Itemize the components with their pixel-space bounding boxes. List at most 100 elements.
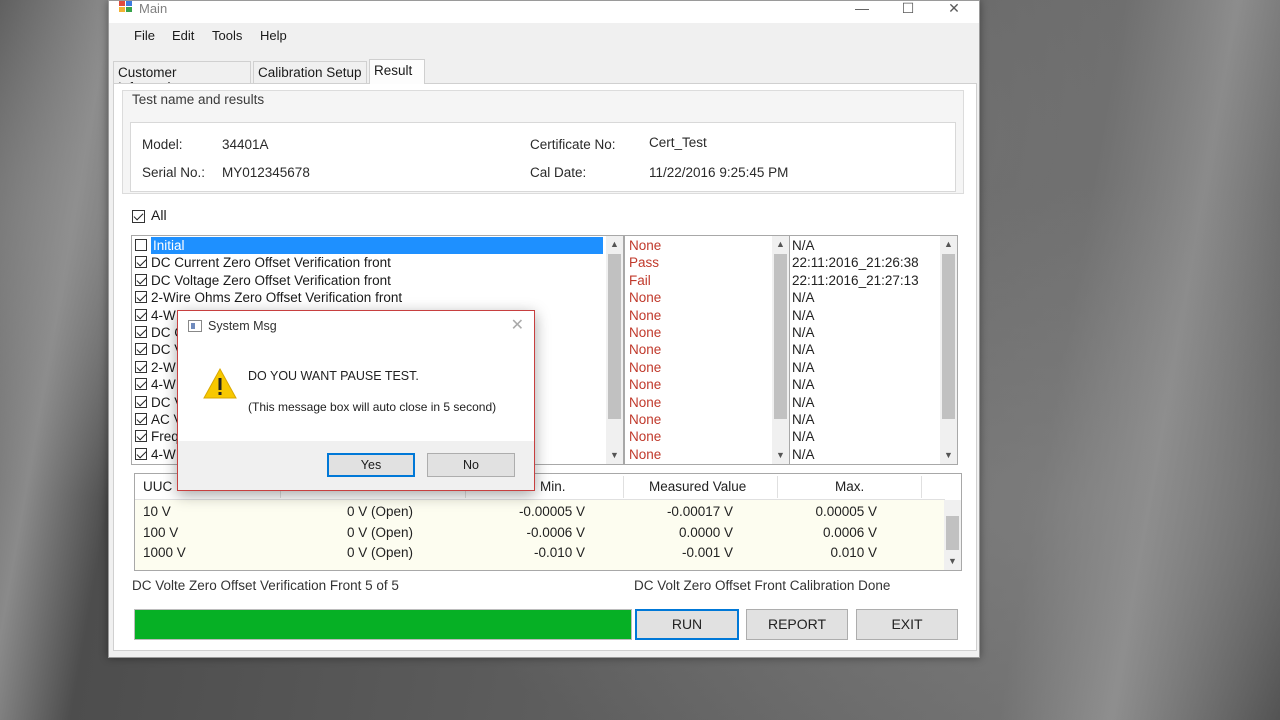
grid-cell-measured: 0.0000 V [678, 524, 733, 540]
grid-cell-max: 0.0006 V [822, 524, 877, 540]
report-button[interactable]: REPORT [746, 609, 848, 640]
system-msg-dialog: System Msg ✕ DO YOU WANT PAUSE TEST. (Th… [177, 310, 535, 491]
test-list-item[interactable]: 2-Wire Ohms Zero Offset Verification fro… [132, 289, 623, 306]
test-checkbox[interactable] [135, 395, 147, 408]
certificate-value: Cert_Test [649, 135, 707, 150]
test-name: 4-W [151, 377, 176, 393]
menu-edit[interactable]: Edit [172, 28, 194, 43]
progress-bar [134, 609, 632, 640]
result-list-item[interactable]: Fail [625, 272, 789, 289]
grid-row[interactable]: 1000 V 0 V (Open) -0.010 V -0.001 V 0.010 V [135, 543, 945, 563]
result-list-item[interactable]: None [625, 411, 789, 428]
close-button[interactable]: ✕ [931, 1, 977, 15]
test-checkbox[interactable] [135, 291, 147, 304]
test-name: Freq [151, 429, 179, 445]
grid-scroll-thumb[interactable] [946, 516, 959, 550]
device-info-box: Model: 34401A Serial No.: MY012345678 Ce… [130, 122, 956, 192]
result-list-scrollbar[interactable]: ▲ ▼ [772, 236, 789, 464]
menu-file[interactable]: File [134, 28, 155, 43]
certificate-label: Certificate No: [530, 137, 616, 152]
timestamp-list-item[interactable]: N/A [790, 237, 957, 254]
test-checkbox[interactable] [135, 239, 147, 251]
grid-row[interactable]: 100 V 0 V (Open) -0.0006 V 0.0000 V 0.0006 V [135, 523, 945, 543]
timestamp-list-item[interactable]: N/A [790, 341, 957, 358]
tab-calibration-setup[interactable]: Calibration Setup [253, 61, 367, 83]
test-list-item[interactable]: Initial [132, 237, 623, 255]
all-checkbox[interactable] [132, 209, 145, 223]
timestamp-list-item[interactable]: N/A [790, 446, 957, 463]
result-list-item[interactable]: None [625, 289, 789, 306]
test-list-scrollbar[interactable]: ▲ ▼ [606, 236, 623, 464]
test-name: DC Current Zero Offset Verification fron… [151, 255, 391, 271]
test-checkbox[interactable] [135, 273, 147, 286]
result-list-item[interactable]: None [625, 376, 789, 393]
result-list-item[interactable]: None [625, 307, 789, 324]
scroll-up-icon[interactable]: ▲ [940, 236, 957, 253]
menu-tools[interactable]: Tools [212, 28, 242, 43]
cal-date-label: Cal Date: [530, 165, 587, 180]
tab-result[interactable]: Result [369, 59, 425, 84]
scroll-thumb[interactable] [608, 254, 621, 419]
title-bar[interactable]: Main — ☐ ✕ [109, 1, 979, 23]
scroll-down-icon[interactable]: ▼ [772, 447, 789, 464]
test-checkbox[interactable] [135, 325, 147, 338]
result-list-item[interactable]: None [625, 324, 789, 341]
result-list-item[interactable]: None [625, 428, 789, 445]
scroll-down-icon[interactable]: ▼ [940, 447, 957, 464]
all-checkbox-row[interactable]: All [132, 207, 167, 223]
timestamp-list-item[interactable]: N/A [790, 289, 957, 306]
test-checkbox[interactable] [135, 308, 147, 321]
test-checkbox[interactable] [135, 256, 147, 269]
result-list-item[interactable]: None [625, 341, 789, 358]
test-checkbox[interactable] [135, 360, 147, 373]
test-list-item[interactable]: DC Current Zero Offset Verification fron… [132, 254, 623, 271]
result-list-item[interactable]: None [625, 446, 789, 463]
tab-customer-information[interactable]: Customer Information [113, 61, 251, 95]
grid-cell-measured: -0.001 V [681, 545, 733, 560]
timestamp-list-item[interactable]: N/A [790, 324, 957, 341]
tab-strip: Customer Information Calibration Setup R… [113, 59, 979, 95]
grid-cell-applied: 0 V (Open) [346, 504, 413, 519]
yes-button[interactable]: Yes [327, 453, 415, 477]
scroll-down-icon[interactable]: ▼ [606, 447, 623, 464]
timestamp-list-item[interactable]: 22:11:2016_21:27:13 [790, 272, 957, 289]
status-left: DC Volte Zero Offset Verification Front … [132, 578, 399, 593]
timestamp-list-scrollbar[interactable]: ▲ ▼ [940, 236, 957, 464]
result-list-item[interactable]: Pass [625, 254, 789, 271]
grid-cell-min: -0.010 V [533, 545, 585, 560]
dialog-close-icon[interactable]: ✕ [511, 315, 524, 335]
scroll-thumb[interactable] [942, 254, 955, 419]
minimize-button[interactable]: — [839, 1, 885, 15]
run-button[interactable]: RUN [635, 609, 739, 640]
grid-row[interactable]: 10 V 0 V (Open) -0.00005 V -0.00017 V 0.0000… [135, 502, 945, 522]
scroll-up-icon[interactable]: ▲ [772, 236, 789, 253]
scroll-down-icon[interactable]: ▼ [944, 553, 961, 570]
test-checkbox[interactable] [135, 447, 147, 460]
exit-button[interactable]: EXIT [856, 609, 958, 640]
test-checkbox[interactable] [135, 430, 147, 443]
no-button[interactable]: No [427, 453, 515, 477]
grid-cell-range: 10 V [143, 504, 171, 519]
timestamp-list-item[interactable]: 22:11:2016_21:26:38 [790, 254, 957, 271]
maximize-button[interactable]: ☐ [885, 1, 931, 15]
timestamp-list[interactable]: N/A 22:11:2016_21:26:38 22:11:2016_21:27:1… [789, 235, 958, 465]
test-checkbox[interactable] [135, 343, 147, 356]
result-list-item[interactable]: None [625, 359, 789, 376]
result-list-item[interactable]: None [625, 394, 789, 411]
timestamp-list-item[interactable]: N/A [790, 411, 957, 428]
test-list-item[interactable]: DC Voltage Zero Offset Verification fron… [132, 272, 623, 289]
scroll-thumb[interactable] [774, 254, 787, 419]
timestamp-list-item[interactable]: N/A [790, 376, 957, 393]
result-list-item[interactable]: None [625, 237, 789, 254]
test-checkbox[interactable] [135, 412, 147, 425]
result-list[interactable]: None Pass Fail None None None None None None None… [624, 235, 790, 465]
menu-help[interactable]: Help [260, 28, 287, 43]
timestamp-list-item[interactable]: N/A [790, 307, 957, 324]
scroll-up-icon[interactable]: ▲ [606, 236, 623, 253]
timestamp-list-item[interactable]: N/A [790, 394, 957, 411]
test-checkbox[interactable] [135, 378, 147, 391]
timestamp-list-item[interactable]: N/A [790, 428, 957, 445]
timestamp-list-item[interactable]: N/A [790, 359, 957, 376]
grid-scrollbar[interactable]: ▼ [944, 500, 961, 570]
grid-cell-max: 0.00005 V [815, 504, 877, 519]
